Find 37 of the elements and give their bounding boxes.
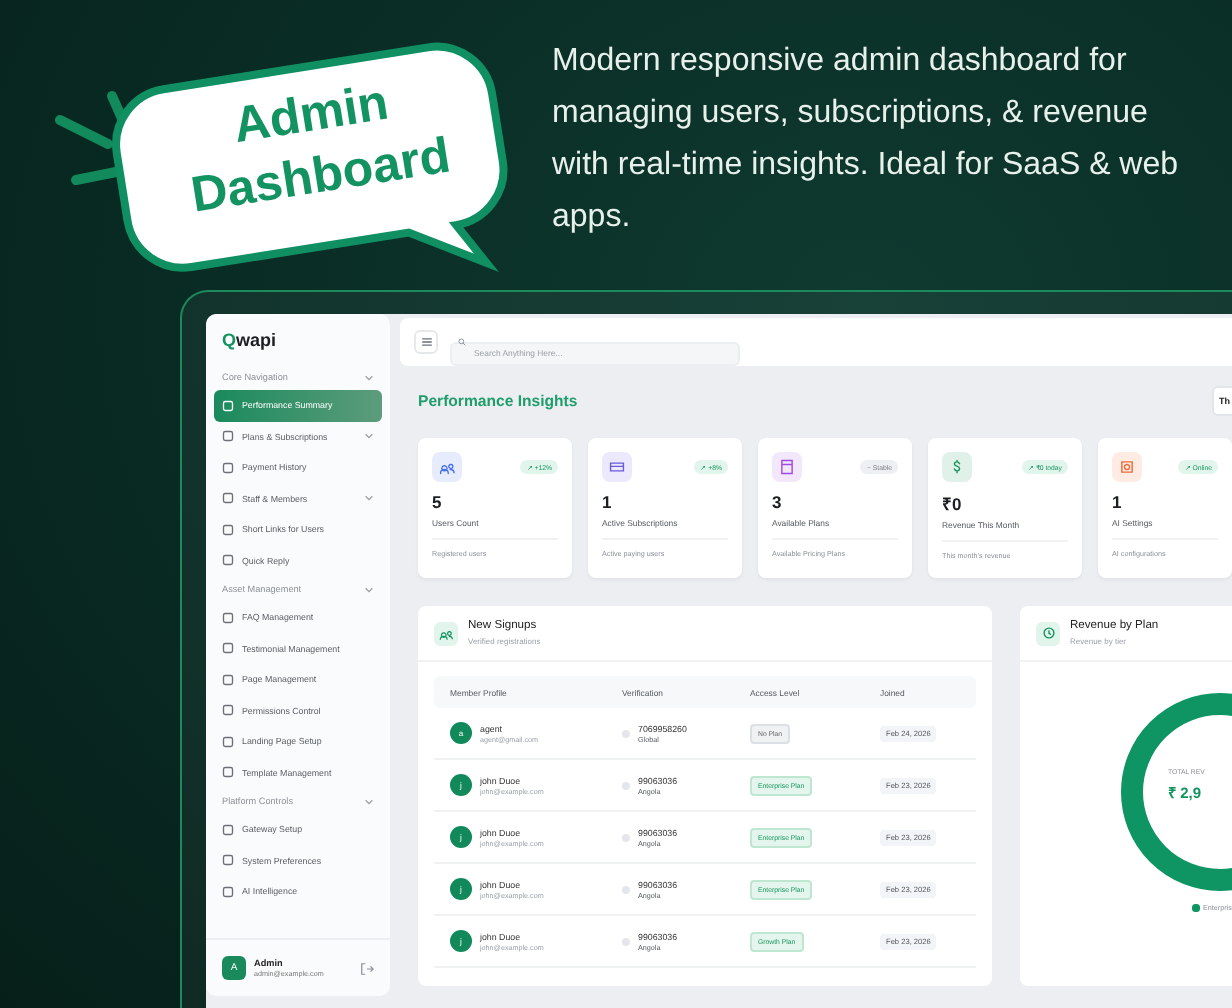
chevron-down-icon: [364, 797, 374, 805]
menu-icon: [421, 338, 431, 346]
square-icon: [222, 823, 234, 836]
hero-description: Modern responsive admin dashboard for managing users, subscriptions, & revenue with real-time insights. Ideal for SaaS & web apps.: [552, 42, 1181, 238]
square-icon: [222, 735, 234, 748]
square-icon: [222, 523, 234, 536]
card-icon: [608, 458, 626, 476]
chevron-down-icon: [364, 432, 374, 441]
logout-icon[interactable]: [360, 961, 374, 975]
dollar-icon: [948, 458, 966, 476]
square-icon: [222, 766, 234, 779]
square-icon: [222, 611, 234, 624]
users-icon: [438, 458, 456, 476]
square-icon: [222, 854, 234, 867]
stat-value: 3: [772, 492, 784, 512]
square-icon: [222, 704, 234, 717]
clock-icon: [1041, 626, 1055, 640]
logo-mark: Q: [222, 329, 237, 349]
square-icon: [222, 430, 234, 443]
square-icon: [222, 554, 234, 567]
chevron-down-icon: [364, 585, 374, 593]
search-icon: [458, 338, 466, 346]
chevron-down-icon: [364, 373, 374, 381]
square-icon: [222, 673, 234, 686]
square-icon: [222, 461, 234, 474]
logo-name: wapi: [236, 329, 277, 349]
square-icon: [222, 399, 234, 412]
calendar-icon: [778, 458, 796, 476]
stat-value: 1: [1112, 492, 1124, 512]
square-icon: [222, 492, 234, 505]
stat-value: 5: [432, 492, 444, 512]
chevron-down-icon: [364, 494, 374, 503]
square-icon: [222, 642, 234, 655]
square-icon: [222, 885, 234, 898]
stat-value: ₹0: [942, 492, 964, 514]
menu-button[interactable]: [414, 330, 438, 354]
stat-value: 1: [602, 492, 614, 512]
